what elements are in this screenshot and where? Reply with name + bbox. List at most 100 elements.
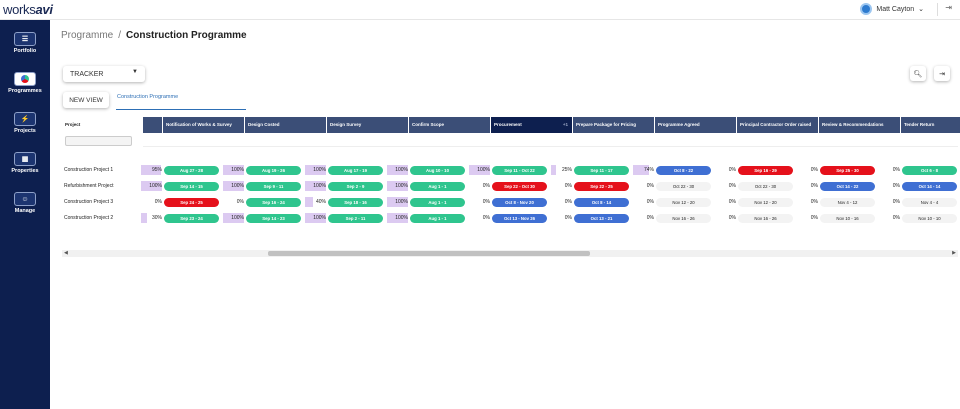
sidebar-item-projects[interactable]: ⚡ Projects bbox=[0, 112, 50, 134]
date-range-pill[interactable]: Oct 8 - 14 bbox=[574, 198, 629, 207]
date-range-pill[interactable]: Oct 14 - 22 bbox=[820, 182, 875, 191]
date-range-pill[interactable]: Aug 27 - 28 bbox=[164, 166, 219, 175]
date-range-pill[interactable]: Nov 16 - 26 bbox=[656, 214, 711, 223]
horizontal-scrollbar[interactable]: ◀ ▶ bbox=[62, 250, 958, 257]
date-range-pill[interactable]: Oct 13 - 21 bbox=[574, 214, 629, 223]
building-icon: ▦ bbox=[14, 152, 36, 166]
progress-percent: 100% bbox=[313, 183, 326, 189]
progress-percent: 40% bbox=[315, 199, 326, 205]
stage-cell: 30% Sep 23 - 24 bbox=[141, 211, 223, 226]
breadcrumb-parent[interactable]: Programme bbox=[61, 30, 113, 41]
stage-cell: 95% Aug 27 - 28 bbox=[141, 163, 223, 178]
date-range-pill[interactable]: Sep 18 - 16 bbox=[328, 198, 383, 207]
project-name[interactable]: Refurbishment Project bbox=[64, 183, 113, 189]
date-range-pill[interactable]: Aug 1 - 1 bbox=[410, 182, 465, 191]
stage-header[interactable]: Design Costed bbox=[245, 117, 327, 133]
date-range-pill[interactable]: Aug 1 - 1 bbox=[410, 214, 465, 223]
table-row[interactable]: Construction Project 1 95% Aug 27 - 28 100%… bbox=[62, 163, 958, 178]
sidebar-item-portfolio[interactable]: ☰ Portfolio bbox=[0, 32, 50, 54]
date-range-pill[interactable]: Sep 14 - 15 bbox=[164, 182, 219, 191]
table-row[interactable]: Refurbishment Project 100% Sep 14 - 15 100%… bbox=[62, 179, 958, 194]
header-filter-row bbox=[143, 133, 958, 147]
date-range-pill[interactable]: Oct 8 - Nov 20 bbox=[492, 198, 547, 207]
worksavi-logo[interactable]: worksavi bbox=[3, 2, 53, 17]
new-view-button[interactable]: NEW VIEW bbox=[63, 92, 109, 108]
stage-header[interactable]: Notification of Works & Survey bbox=[163, 117, 245, 133]
stage-header[interactable]: Programme Agreed bbox=[655, 117, 737, 133]
progress-percent: 95% bbox=[151, 167, 162, 173]
date-range-pill[interactable]: Oct 14 - 14 bbox=[902, 182, 957, 191]
project-column-header: Project bbox=[65, 122, 81, 127]
date-range-pill[interactable]: Nov 10 - 10 bbox=[902, 214, 957, 223]
tab-construction-programme[interactable]: Construction Programme bbox=[117, 94, 178, 100]
table-row[interactable]: Construction Project 3 0% Sep 24 - 25 0% Sep… bbox=[62, 195, 958, 210]
logout-icon[interactable]: ⇥ bbox=[945, 3, 952, 12]
sidebar-item-programmes[interactable]: Programmes bbox=[0, 72, 50, 94]
date-range-pill[interactable]: Sep 11 - 17 bbox=[574, 166, 629, 175]
stage-header[interactable]: Confirm Scope bbox=[409, 117, 491, 133]
date-range-pill[interactable]: Nov 12 - 20 bbox=[656, 198, 711, 207]
table-row[interactable]: Construction Project 2 30% Sep 23 - 24 100%… bbox=[62, 211, 958, 226]
date-range-pill[interactable]: Aug 1 - 1 bbox=[410, 198, 465, 207]
date-range-pill[interactable]: Sep 22 - Oct 30 bbox=[492, 182, 547, 191]
user-menu[interactable]: Matt Cayton ⌄ bbox=[860, 3, 924, 15]
date-range-pill[interactable]: Sep 2 - 11 bbox=[328, 214, 383, 223]
date-range-pill[interactable]: Sep 16 - 29 bbox=[738, 166, 793, 175]
progress-percent: 0% bbox=[810, 199, 818, 205]
date-range-pill[interactable]: Sep 9 - 11 bbox=[246, 182, 301, 191]
date-range-pill[interactable]: Oct 8 - 22 bbox=[656, 166, 711, 175]
date-range-pill[interactable]: Sep 24 - 25 bbox=[164, 198, 219, 207]
stage-cell: 0% Nov 12 - 20 bbox=[633, 195, 715, 210]
stage-cell: 100% Aug 17 - 19 bbox=[305, 163, 387, 178]
stage-header[interactable]: Procurement +1 bbox=[491, 117, 573, 133]
progress-percent: 0% bbox=[646, 183, 654, 189]
search-icon: 🔍︎ bbox=[913, 70, 923, 78]
date-range-pill[interactable]: Sep 25 - 30 bbox=[820, 166, 875, 175]
stage-header[interactable]: Tender Return bbox=[901, 117, 960, 133]
date-range-pill[interactable]: Nov 16 - 26 bbox=[738, 214, 793, 223]
sidebar-item-properties[interactable]: ▦ Properties bbox=[0, 152, 50, 174]
project-name[interactable]: Construction Project 1 bbox=[64, 167, 113, 173]
date-range-pill[interactable]: Nov 10 - 16 bbox=[820, 214, 875, 223]
date-range-pill[interactable]: Nov 4 - 4 bbox=[902, 198, 957, 207]
stage-header[interactable]: Prepare Package for Pricing bbox=[573, 117, 655, 133]
export-button[interactable]: ⇥ bbox=[934, 66, 950, 81]
date-range-pill[interactable]: Sep 2 - 9 bbox=[328, 182, 383, 191]
scrollbar-thumb[interactable] bbox=[268, 251, 590, 256]
stage-cell: 100% Sep 2 - 9 bbox=[305, 179, 387, 194]
date-range-pill[interactable]: Sep 14 - 23 bbox=[246, 214, 301, 223]
date-range-pill[interactable]: Nov 4 - 12 bbox=[820, 198, 875, 207]
date-range-pill[interactable]: Sep 23 - 24 bbox=[164, 214, 219, 223]
scroll-left-icon[interactable]: ◀ bbox=[64, 250, 68, 256]
project-name[interactable]: Construction Project 3 bbox=[64, 199, 113, 205]
view-select-value: TRACKER bbox=[70, 70, 104, 78]
stage-header[interactable]: Principal Contractor Order raised bbox=[737, 117, 819, 133]
date-range-pill[interactable]: Sep 11 - Oct 22 bbox=[492, 166, 547, 175]
date-range-pill[interactable]: Nov 12 - 20 bbox=[738, 198, 793, 207]
search-button[interactable]: 🔍︎ bbox=[910, 66, 926, 81]
scroll-right-icon[interactable]: ▶ bbox=[952, 250, 956, 256]
sidebar-item-label: Projects bbox=[14, 128, 36, 134]
date-range-pill[interactable]: Oct 6 - 8 bbox=[902, 166, 957, 175]
project-name[interactable]: Construction Project 2 bbox=[64, 215, 113, 221]
date-range-pill[interactable]: Oct 22 - 30 bbox=[656, 182, 711, 191]
stage-header-label: Principal Contractor Order raised bbox=[740, 122, 812, 127]
stage-cell: 0% Nov 16 - 26 bbox=[715, 211, 797, 226]
date-range-pill[interactable]: Aug 17 - 19 bbox=[328, 166, 383, 175]
sidebar-item-manage[interactable]: ☺ Manage bbox=[0, 192, 50, 214]
date-range-pill[interactable]: Oct 22 - 30 bbox=[738, 182, 793, 191]
date-range-pill[interactable]: Aug 10 - 10 bbox=[410, 166, 465, 175]
stage-header[interactable]: Review & Recommendations bbox=[819, 117, 901, 133]
view-select[interactable]: TRACKER ▼ bbox=[63, 66, 145, 82]
stage-cell: 0% Sep 22 - 25 bbox=[551, 179, 633, 194]
stage-header[interactable]: Design Survey bbox=[327, 117, 409, 133]
date-range-pill[interactable]: Sep 16 - 24 bbox=[246, 198, 301, 207]
date-range-pill[interactable]: Oct 13 - Nov 26 bbox=[492, 214, 547, 223]
progress-percent: 0% bbox=[564, 183, 572, 189]
date-range-pill[interactable]: Aug 19 - 26 bbox=[246, 166, 301, 175]
user-avatar-icon bbox=[860, 3, 873, 15]
list-icon: ☰ bbox=[14, 32, 36, 46]
date-range-pill[interactable]: Sep 22 - 25 bbox=[574, 182, 629, 191]
stage-cell: 0% Nov 4 - 12 bbox=[797, 195, 879, 210]
project-filter-input[interactable] bbox=[65, 136, 132, 146]
